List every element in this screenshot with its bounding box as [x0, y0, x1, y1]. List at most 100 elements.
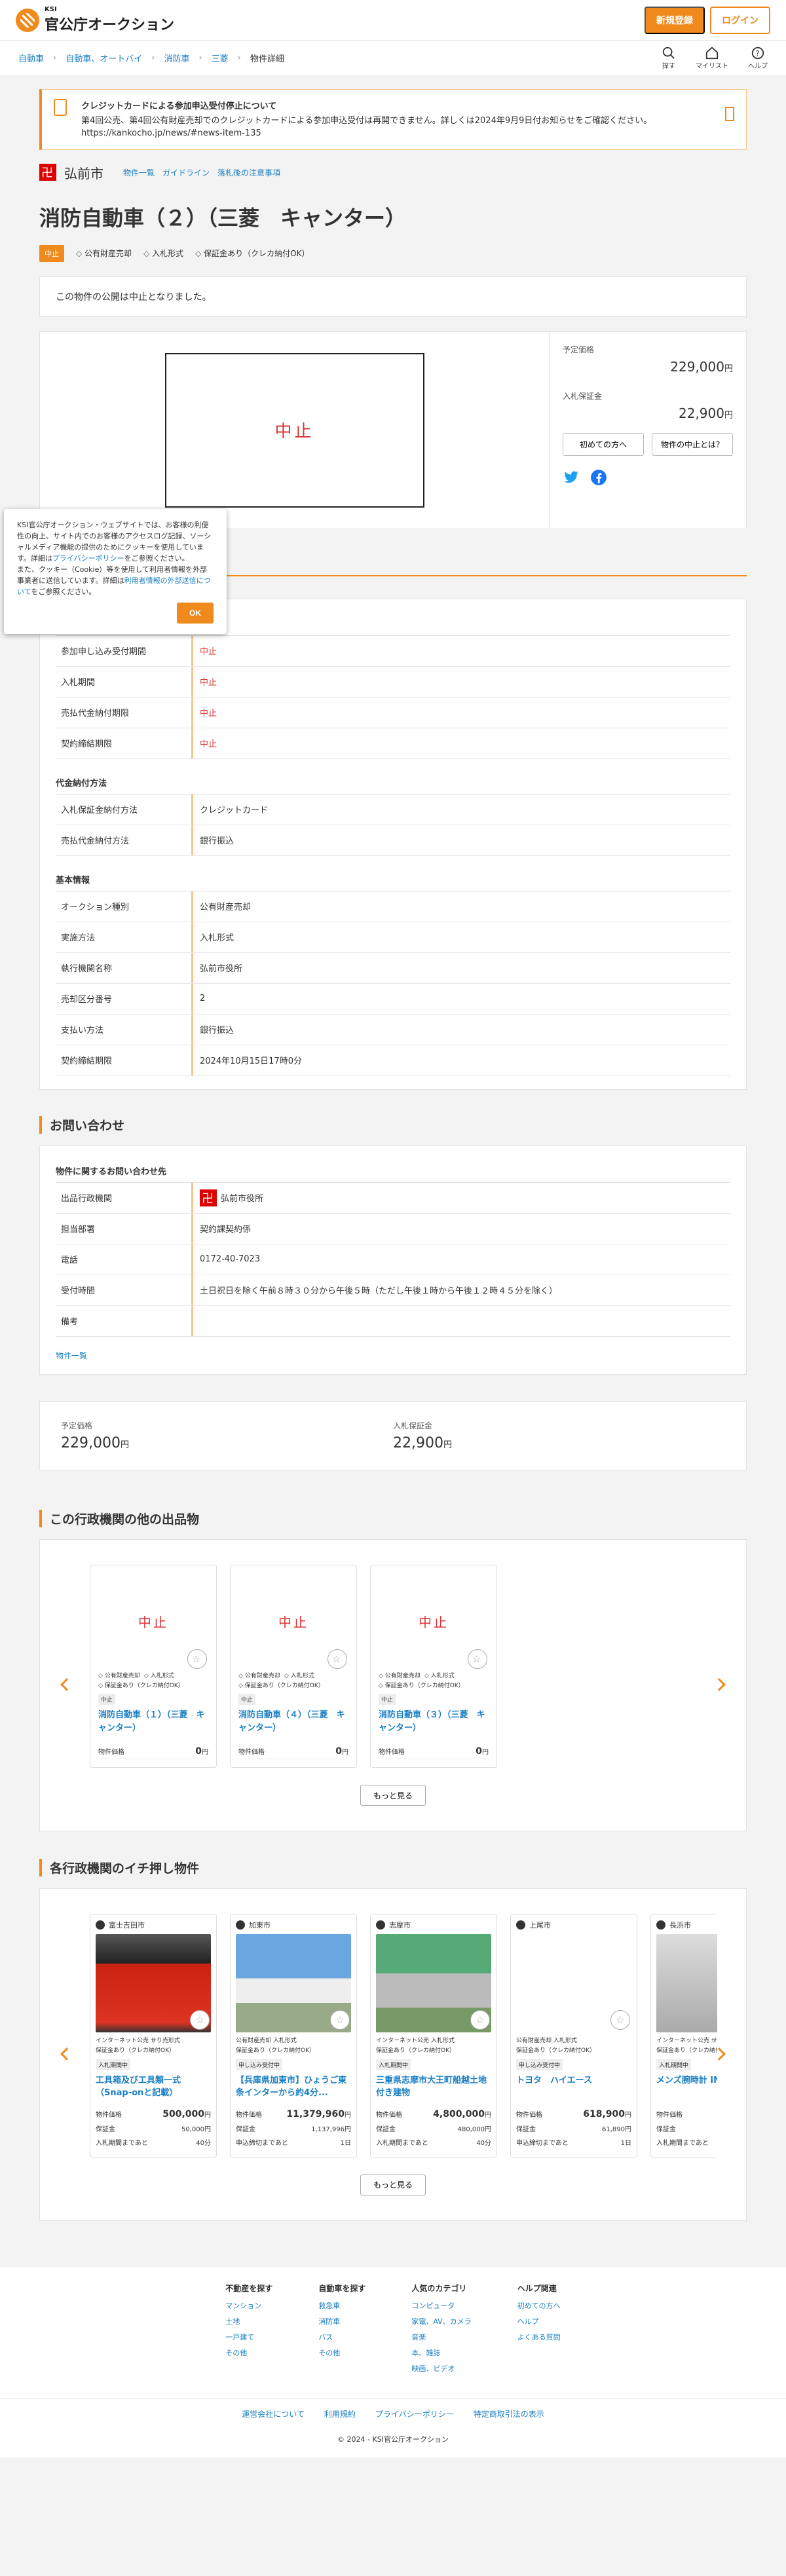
pick-title[interactable]: メンズ腕時計 INTEGRAL	[656, 2074, 717, 2100]
favorite-star-icon[interactable]: ☆	[330, 2010, 350, 2030]
footer-link[interactable]: 本、雑誌	[411, 2347, 471, 2358]
footer-link-privacy[interactable]: プライバシーポリシー	[375, 2408, 454, 2419]
table-row: 売払代金納付方法 銀行振込	[56, 825, 730, 856]
item-card[interactable]: 中止 ☆ 公有財産売却入札形式保証金あり（クレカ納付OK） 中止 消防自動車（４）…	[230, 1564, 357, 1768]
favorite-star-icon[interactable]: ☆	[468, 1649, 487, 1669]
status-badge: 中止	[39, 244, 64, 262]
org-seal-icon	[39, 164, 56, 181]
pick-card[interactable]: 富士吉田市 ☆ インターネット公売 せり売形式 保証金あり（クレカ納付OK） 入札…	[90, 1914, 217, 2157]
what-is-stop-button[interactable]: 物件の中止とは？	[652, 432, 733, 456]
pick-title[interactable]: 【兵庫県加東市】ひょうご東条インターから約4分...	[236, 2074, 351, 2100]
site-logo[interactable]: KSI 官公庁オークション	[16, 6, 174, 34]
breadcrumb-item[interactable]: 自動車	[18, 52, 44, 64]
page-title: 消防自動車（２）（三菱 キャンター）	[39, 205, 407, 231]
breadcrumb-item[interactable]: 消防車	[164, 52, 189, 64]
twitter-icon[interactable]	[563, 469, 580, 486]
card-tag: 保証金あり（クレカ納付OK）	[516, 2047, 595, 2055]
carousel-prev-icon[interactable]	[60, 1677, 73, 1691]
pick-price: 4,800,000	[433, 2108, 485, 2119]
footer-link[interactable]: 土地	[225, 2316, 272, 2326]
pick-card[interactable]: 志摩市 ☆ インターネット公売 入札形式 保証金あり（クレカ納付OK） 入札期間中…	[370, 1914, 497, 2157]
org-link-guideline[interactable]: ガイドライン	[162, 167, 210, 178]
card-thumb: 中止 ☆	[379, 1572, 489, 1671]
item-list-link[interactable]: 物件一覧	[56, 1350, 87, 1361]
card-title[interactable]: 消防自動車（４）（三菱 キャンター）	[238, 1709, 348, 1736]
card-title[interactable]: 消防自動車（３）（三菱 キャンター）	[379, 1709, 489, 1736]
notice-banner[interactable]: クレジットカードによる参加申込受付停止について 第4回公売、第4回公有財産売却で…	[39, 89, 747, 150]
footer-link[interactable]: バス	[318, 2332, 365, 2342]
footer-link[interactable]: 初めての方へ	[517, 2300, 561, 2311]
card-tag: インターネット公売	[656, 2038, 710, 2045]
card-tag: 保証金あり（クレカ納付OK）	[98, 1683, 184, 1689]
footer-link[interactable]: 一戸建て	[225, 2332, 272, 2342]
deposit-value: 22,900	[393, 1434, 443, 1451]
facebook-icon[interactable]	[590, 469, 607, 486]
card-tag: 公有財産売却	[98, 1673, 140, 1679]
table-row: 出品行政機関 弘前市役所	[56, 1182, 730, 1214]
pick-image: ☆	[96, 1934, 211, 2033]
org-link-items[interactable]: 物件一覧	[123, 167, 155, 178]
pick-deposit: 1,137,996	[311, 2125, 345, 2133]
search-nav[interactable]: 探す	[662, 46, 676, 70]
card-price-label: 物件価格	[238, 1749, 265, 1757]
footer-link[interactable]: ヘルプ	[517, 2316, 561, 2326]
footer-link[interactable]: 救急車	[318, 2300, 365, 2311]
footer-link-tokushoho[interactable]: 特定商取引法の表示	[474, 2408, 544, 2419]
favorite-star-icon[interactable]: ☆	[470, 2010, 490, 2030]
pick-deposit-label: 保証金	[376, 2125, 396, 2133]
pick-deposit: 61,890	[602, 2125, 625, 2133]
carousel-prev-icon[interactable]	[60, 2047, 73, 2061]
pick-title[interactable]: トヨタ ハイエース	[516, 2074, 631, 2100]
pick-card[interactable]: 加東市 ☆ 公有財産売却 入札形式 保証金あり（クレカ納付OK） 申し込み受付中 …	[230, 1914, 357, 2157]
footer-link-terms[interactable]: 利用規約	[324, 2408, 356, 2419]
mylist-nav[interactable]: マイリスト	[696, 46, 728, 70]
pick-org: 富士吉田市	[109, 1921, 145, 1930]
help-nav[interactable]: ? ヘルプ	[748, 46, 768, 70]
footer-link[interactable]: その他	[318, 2347, 365, 2358]
register-button[interactable]: 新規登録	[645, 6, 705, 34]
footer-link[interactable]: 音楽	[411, 2332, 471, 2342]
more-button[interactable]: もっと見る	[360, 1785, 426, 1806]
footer-column: 自動車を探す 救急車 消防車 バス その他	[318, 2283, 365, 2379]
item-tags: 中止 公有財産売却 入札形式 保証金あり（クレカ納付OK）	[39, 244, 747, 262]
row-key: 執行機関名称	[56, 952, 193, 983]
footer-link-company[interactable]: 運営会社について	[242, 2408, 305, 2419]
item-card[interactable]: 中止 ☆ 公有財産売却入札形式保証金あり（クレカ納付OK） 中止 消防自動車（１）…	[90, 1564, 217, 1768]
pick-card[interactable]: 長浜市 ☆ インターネット公売 せり売形式保証金あり（クレカ納付OK） 入札期間…	[650, 1914, 717, 2157]
card-title[interactable]: 消防自動車（１）（三菱 キャンター）	[98, 1709, 208, 1736]
privacy-policy-link[interactable]: プライバシーポリシー	[52, 554, 124, 563]
favorite-star-icon[interactable]: ☆	[187, 1649, 207, 1669]
more-button[interactable]: もっと見る	[360, 2174, 426, 2195]
footer-link[interactable]: よくある質問	[517, 2332, 561, 2342]
breadcrumb-item[interactable]: 三菱	[212, 52, 229, 64]
footer-link[interactable]: 家電、AV、カメラ	[411, 2316, 471, 2326]
footer-link[interactable]: その他	[225, 2347, 272, 2358]
row-key: 売払代金納付方法	[56, 825, 193, 855]
item-card[interactable]: 中止 ☆ 公有財産売却入札形式保証金あり（クレカ納付OK） 中止 消防自動車（３）…	[370, 1564, 497, 1768]
pick-title[interactable]: 工具箱及び工具類一式（Snap-onと記載）	[96, 2074, 211, 2100]
cookie-ok-button[interactable]: OK	[177, 603, 214, 624]
footer-link[interactable]: 映画、ビデオ	[411, 2363, 471, 2374]
footer-link[interactable]: マンション	[225, 2300, 272, 2311]
first-time-button[interactable]: 初めての方へ	[563, 432, 644, 456]
pick-title[interactable]: 三重県志摩市大王町船越土地付き建物	[376, 2074, 491, 2100]
row-value: クレジットカード	[200, 806, 269, 815]
pick-price: 500,000	[162, 2108, 204, 2119]
login-button[interactable]: ログイン	[710, 6, 770, 34]
pick-card[interactable]: 上尾市 ☆ 公有財産売却 入札形式 保証金あり（クレカ納付OK） 申し込み受付中 …	[510, 1914, 637, 2157]
row-value: 中止	[200, 709, 217, 719]
breadcrumb-item[interactable]: 自動車、オートバイ	[66, 52, 142, 64]
org-link-notes[interactable]: 落札後の注意事項	[217, 167, 280, 178]
favorite-star-icon[interactable]: ☆	[190, 2010, 210, 2030]
card-tag: 公有財産売却	[516, 2038, 552, 2045]
cookie-text: をご参照ください。	[31, 588, 96, 597]
yen-unit: 円	[724, 364, 733, 374]
card-status: 申し込み受付中	[516, 2059, 563, 2070]
deposit-value: 22,900	[679, 405, 724, 421]
footer-link[interactable]: 消防車	[318, 2316, 365, 2326]
logo-mark-icon	[16, 8, 39, 32]
favorite-star-icon[interactable]: ☆	[328, 1649, 347, 1669]
org-name: 弘前市	[64, 165, 103, 181]
favorite-star-icon[interactable]: ☆	[610, 2010, 630, 2030]
footer-link[interactable]: コンピュータ	[411, 2300, 471, 2311]
